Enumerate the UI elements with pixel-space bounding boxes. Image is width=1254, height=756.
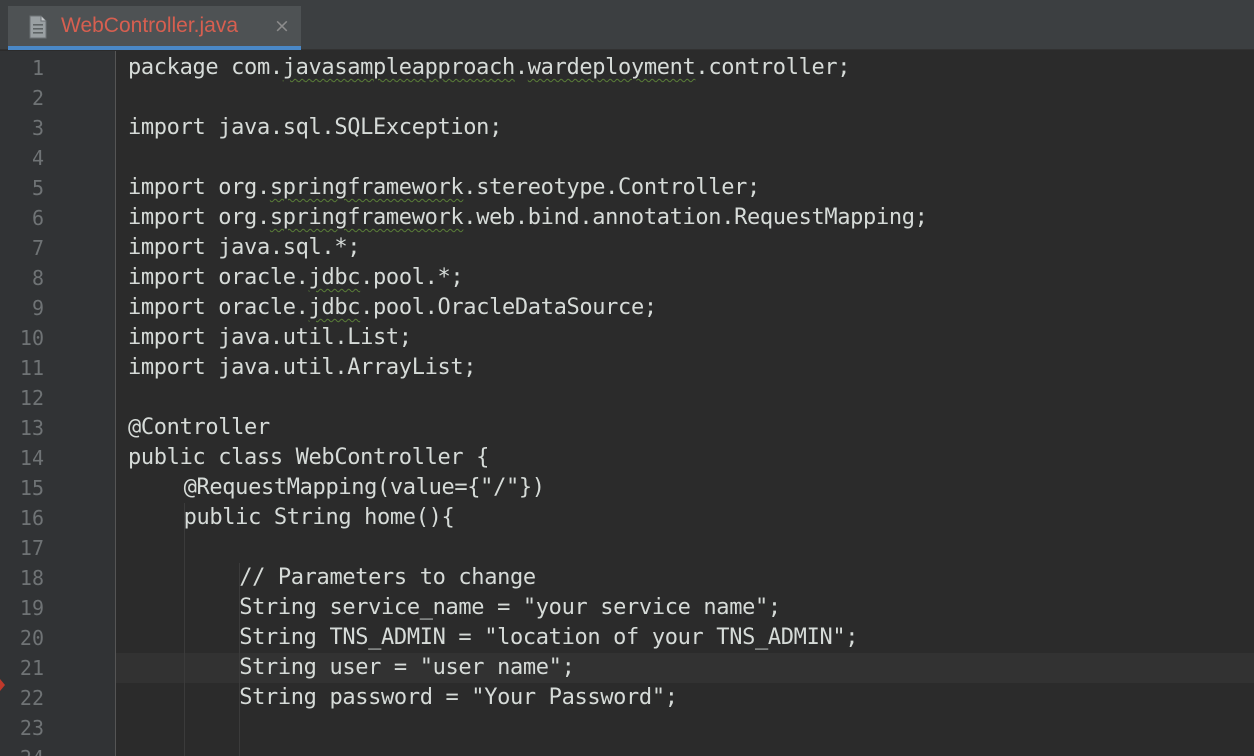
code-line[interactable]: // Parameters to change bbox=[239, 563, 536, 593]
line-number-gutter: 123456789101112131415161718192021222324 bbox=[0, 51, 116, 756]
line-number: 13 bbox=[19, 416, 44, 440]
code-token: .web.bind.annotation.RequestMapping; bbox=[463, 205, 928, 230]
code-line[interactable]: import java.sql.SQLException; bbox=[128, 113, 502, 143]
warning-token: springframework bbox=[269, 205, 464, 230]
code-token: import java.util.List; bbox=[128, 325, 412, 350]
code-token: String TNS_ADMIN = "location of your TNS… bbox=[239, 625, 859, 650]
line-number: 2 bbox=[31, 86, 44, 110]
code-line[interactable]: String service_name = "your service name… bbox=[239, 593, 781, 623]
code-line[interactable]: import java.util.List; bbox=[128, 323, 412, 353]
line-number: 4 bbox=[31, 146, 44, 170]
code-token: public String home(){ bbox=[183, 505, 455, 530]
code-token: import java.sql.*; bbox=[128, 235, 361, 260]
line-number: 12 bbox=[19, 386, 44, 410]
code-line[interactable]: String user = "user name"; bbox=[239, 653, 575, 683]
code-token: .pool.*; bbox=[360, 265, 464, 290]
line-number: 8 bbox=[31, 266, 44, 290]
code-line[interactable]: @RequestMapping(value={"/"}) bbox=[184, 473, 545, 503]
line-number: 9 bbox=[31, 296, 44, 320]
warning-token: javasampleapproach bbox=[282, 55, 515, 80]
code-line[interactable]: String password = "Your Password"; bbox=[239, 683, 678, 713]
code-token: import java.sql.SQLException; bbox=[128, 115, 502, 140]
line-number: 3 bbox=[31, 116, 44, 140]
code-token: .pool.OracleDataSource; bbox=[360, 295, 657, 320]
warning-token: springframework bbox=[269, 175, 464, 200]
code-token: @Controller bbox=[128, 415, 270, 440]
line-number: 11 bbox=[19, 356, 44, 380]
code-line[interactable]: String TNS_ADMIN = "location of your TNS… bbox=[239, 623, 858, 653]
warning-token: wardeployment bbox=[527, 55, 696, 80]
editor-tab-bar: WebController.java × bbox=[0, 0, 1254, 50]
editor-window: WebController.java × 1 2 3 4 5 6 7 8 9 10 11 12 13 14… bbox=[0, 0, 1254, 756]
indent-guide bbox=[183, 503, 185, 756]
line-number: 18 bbox=[19, 566, 44, 590]
code-token: String service_name = "your service name… bbox=[239, 595, 781, 620]
line-number: 14 bbox=[19, 446, 44, 470]
line-number: 15 bbox=[19, 476, 44, 500]
line-number: 20 bbox=[19, 626, 44, 650]
code-token: .controller; bbox=[695, 55, 851, 80]
code-token: import org. bbox=[128, 175, 270, 200]
code-token: package com. bbox=[128, 55, 283, 80]
line-number: 10 bbox=[19, 326, 44, 350]
code-token: . bbox=[514, 55, 528, 80]
line-number: 7 bbox=[31, 236, 44, 260]
code-line[interactable]: import oracle.jdbc.pool.*; bbox=[128, 263, 464, 293]
code-line[interactable]: import oracle.jdbc.pool.OracleDataSource… bbox=[128, 293, 657, 323]
code-token: // Parameters to change bbox=[239, 565, 536, 590]
code-token: import oracle. bbox=[128, 265, 309, 290]
code-token: import org. bbox=[128, 205, 270, 230]
line-number: 22 bbox=[19, 686, 44, 710]
line-number: 23 bbox=[19, 716, 44, 740]
line-number: 6 bbox=[31, 206, 44, 230]
warning-token: jdbc bbox=[308, 295, 361, 320]
code-line[interactable]: import org.springframework.web.bind.anno… bbox=[128, 203, 928, 233]
close-icon[interactable]: × bbox=[274, 16, 290, 36]
code-line[interactable]: public String home(){ bbox=[184, 503, 455, 533]
line-number: 19 bbox=[19, 596, 44, 620]
code-token: public class WebController { bbox=[128, 445, 490, 470]
line-number: 16 bbox=[19, 506, 44, 530]
code-line[interactable]: @Controller bbox=[128, 413, 270, 443]
code-line[interactable]: package com.javasampleapproach.wardeploy… bbox=[128, 53, 851, 83]
code-line[interactable]: import java.sql.*; bbox=[128, 233, 360, 263]
code-token: String password = "Your Password"; bbox=[239, 685, 678, 710]
indent-guide bbox=[239, 563, 241, 756]
change-marker-icon bbox=[0, 679, 5, 691]
code-token: import oracle. bbox=[128, 295, 309, 320]
code-editor[interactable]: package com.javasampleapproach.wardeploy… bbox=[116, 51, 1254, 756]
tab-webcontroller-java[interactable]: WebController.java × bbox=[8, 6, 301, 50]
code-token: .stereotype.Controller; bbox=[463, 175, 760, 200]
line-number: 24 bbox=[0, 743, 44, 756]
tab-title: WebController.java bbox=[61, 14, 239, 37]
code-token: import java.util.ArrayList; bbox=[128, 355, 477, 380]
code-line[interactable]: import java.util.ArrayList; bbox=[128, 353, 477, 383]
warning-token: jdbc bbox=[308, 265, 361, 290]
line-number: 21 bbox=[19, 656, 44, 680]
line-number: 1 bbox=[31, 56, 44, 80]
code-token: String user = "user name"; bbox=[239, 655, 575, 680]
code-line[interactable]: public class WebController { bbox=[128, 443, 489, 473]
code-line[interactable]: import org.springframework.stereotype.Co… bbox=[128, 173, 760, 203]
line-number: 17 bbox=[19, 536, 44, 560]
code-token: @RequestMapping(value={"/"}) bbox=[183, 475, 545, 500]
java-file-icon bbox=[28, 15, 48, 39]
line-number: 5 bbox=[31, 176, 44, 200]
